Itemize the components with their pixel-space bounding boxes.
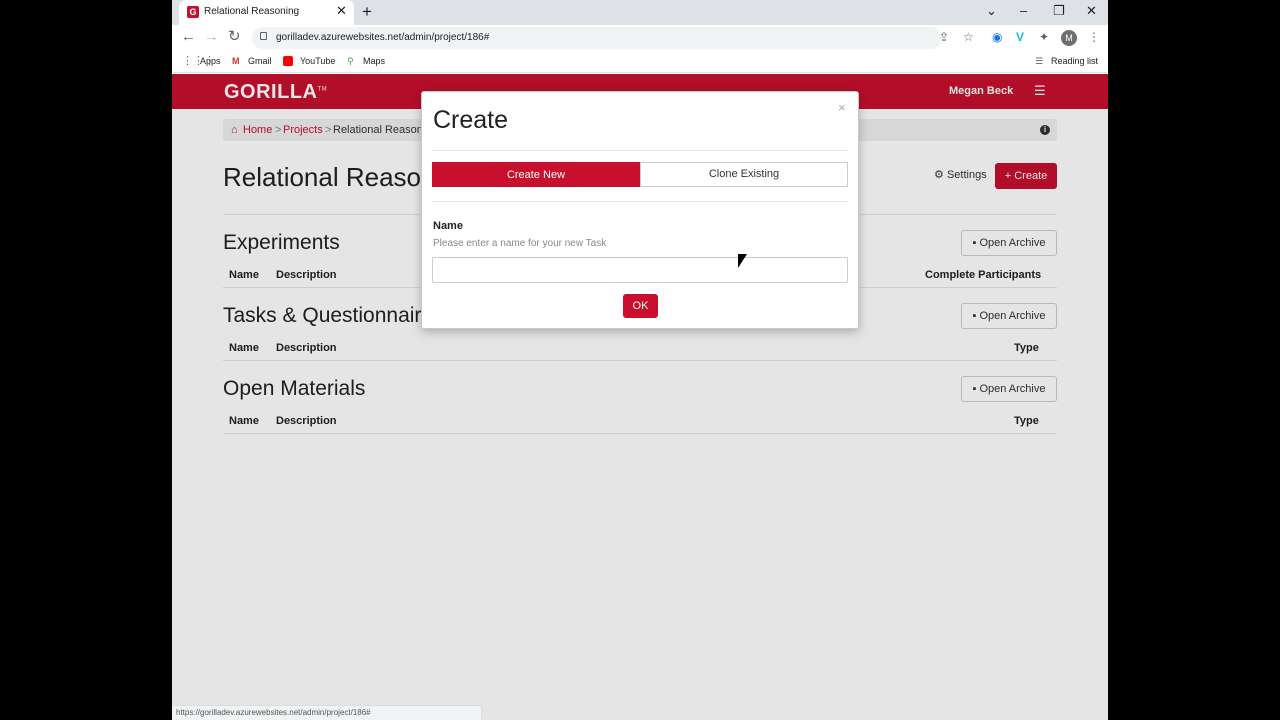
tab-clone-existing[interactable]: Clone Existing xyxy=(640,162,848,187)
ok-button[interactable]: OK xyxy=(623,294,658,318)
gmail-icon: M xyxy=(232,56,240,66)
reading-list-icon: ☰ xyxy=(1035,56,1044,66)
tab-search-chevron-icon[interactable]: ⌄ xyxy=(986,3,997,19)
address-bar[interactable]: gorilladev.azurewebsites.net/admin/proje… xyxy=(252,27,942,49)
reload-icon[interactable]: ↻ xyxy=(228,29,241,45)
bookmarks-bar: ⋮⋮⋮ Apps M Gmail YouTube ⚲ Maps ☰ Readin… xyxy=(172,51,1108,73)
browser-window: G Relational Reasoning ✕ + ⌄ – ❐ ✕ ← → ↻… xyxy=(172,0,1108,720)
divider xyxy=(432,201,848,202)
url-text: gorilladev.azurewebsites.net/admin/proje… xyxy=(276,32,490,43)
tab-title: Relational Reasoning xyxy=(204,6,300,17)
tab-strip: G Relational Reasoning ✕ + ⌄ – ❐ ✕ xyxy=(172,0,1108,25)
divider xyxy=(432,150,848,151)
back-icon[interactable]: ← xyxy=(181,29,196,45)
extension-vimeo-icon[interactable]: V xyxy=(1016,30,1024,44)
reading-list[interactable]: Reading list xyxy=(1051,56,1098,66)
forward-icon[interactable]: → xyxy=(204,29,219,45)
name-input[interactable] xyxy=(432,257,848,283)
bookmark-apps[interactable]: Apps xyxy=(200,56,221,66)
modal-title: Create xyxy=(433,106,509,134)
modal-close-icon[interactable]: × xyxy=(838,100,846,115)
gorilla-favicon-icon: G xyxy=(187,6,199,18)
name-field-help: Please enter a name for your new Task xyxy=(433,238,607,249)
extensions-puzzle-icon[interactable]: ✦ xyxy=(1039,30,1049,44)
name-field-label: Name xyxy=(433,220,463,232)
youtube-icon xyxy=(283,56,293,66)
tab-close-icon[interactable]: ✕ xyxy=(336,3,347,19)
tab-create-new[interactable]: Create New xyxy=(432,162,640,187)
lock-icon xyxy=(260,32,267,40)
profile-avatar[interactable]: M xyxy=(1061,30,1077,46)
create-modal: Create × Create New Clone Existing Name … xyxy=(421,91,859,329)
status-bar-url: https://gorilladev.azurewebsites.net/adm… xyxy=(172,705,482,720)
share-icon[interactable]: ⇪ xyxy=(939,30,949,44)
maps-pin-icon: ⚲ xyxy=(347,56,354,66)
restore-icon[interactable]: ❐ xyxy=(1053,3,1065,19)
minimize-icon[interactable]: – xyxy=(1020,3,1027,18)
browser-menu-icon[interactable]: ⋮ xyxy=(1088,30,1100,44)
mouse-cursor-icon xyxy=(738,254,747,268)
bookmark-youtube[interactable]: YouTube xyxy=(300,56,335,66)
new-tab-plus-icon[interactable]: + xyxy=(362,3,372,20)
browser-toolbar: ← → ↻ gorilladev.azurewebsites.net/admin… xyxy=(172,25,1108,51)
extension-onepassword-icon[interactable]: ◉ xyxy=(992,30,1002,44)
bookmark-star-icon[interactable]: ☆ xyxy=(963,30,974,44)
browser-tab[interactable]: G Relational Reasoning ✕ xyxy=(179,0,354,25)
page-content: GORILLATM Megan Beck ☰ ⌂ Home > Projects… xyxy=(172,74,1108,720)
bookmark-maps[interactable]: Maps xyxy=(363,56,385,66)
close-window-icon[interactable]: ✕ xyxy=(1086,3,1097,19)
bookmark-gmail[interactable]: Gmail xyxy=(248,56,272,66)
